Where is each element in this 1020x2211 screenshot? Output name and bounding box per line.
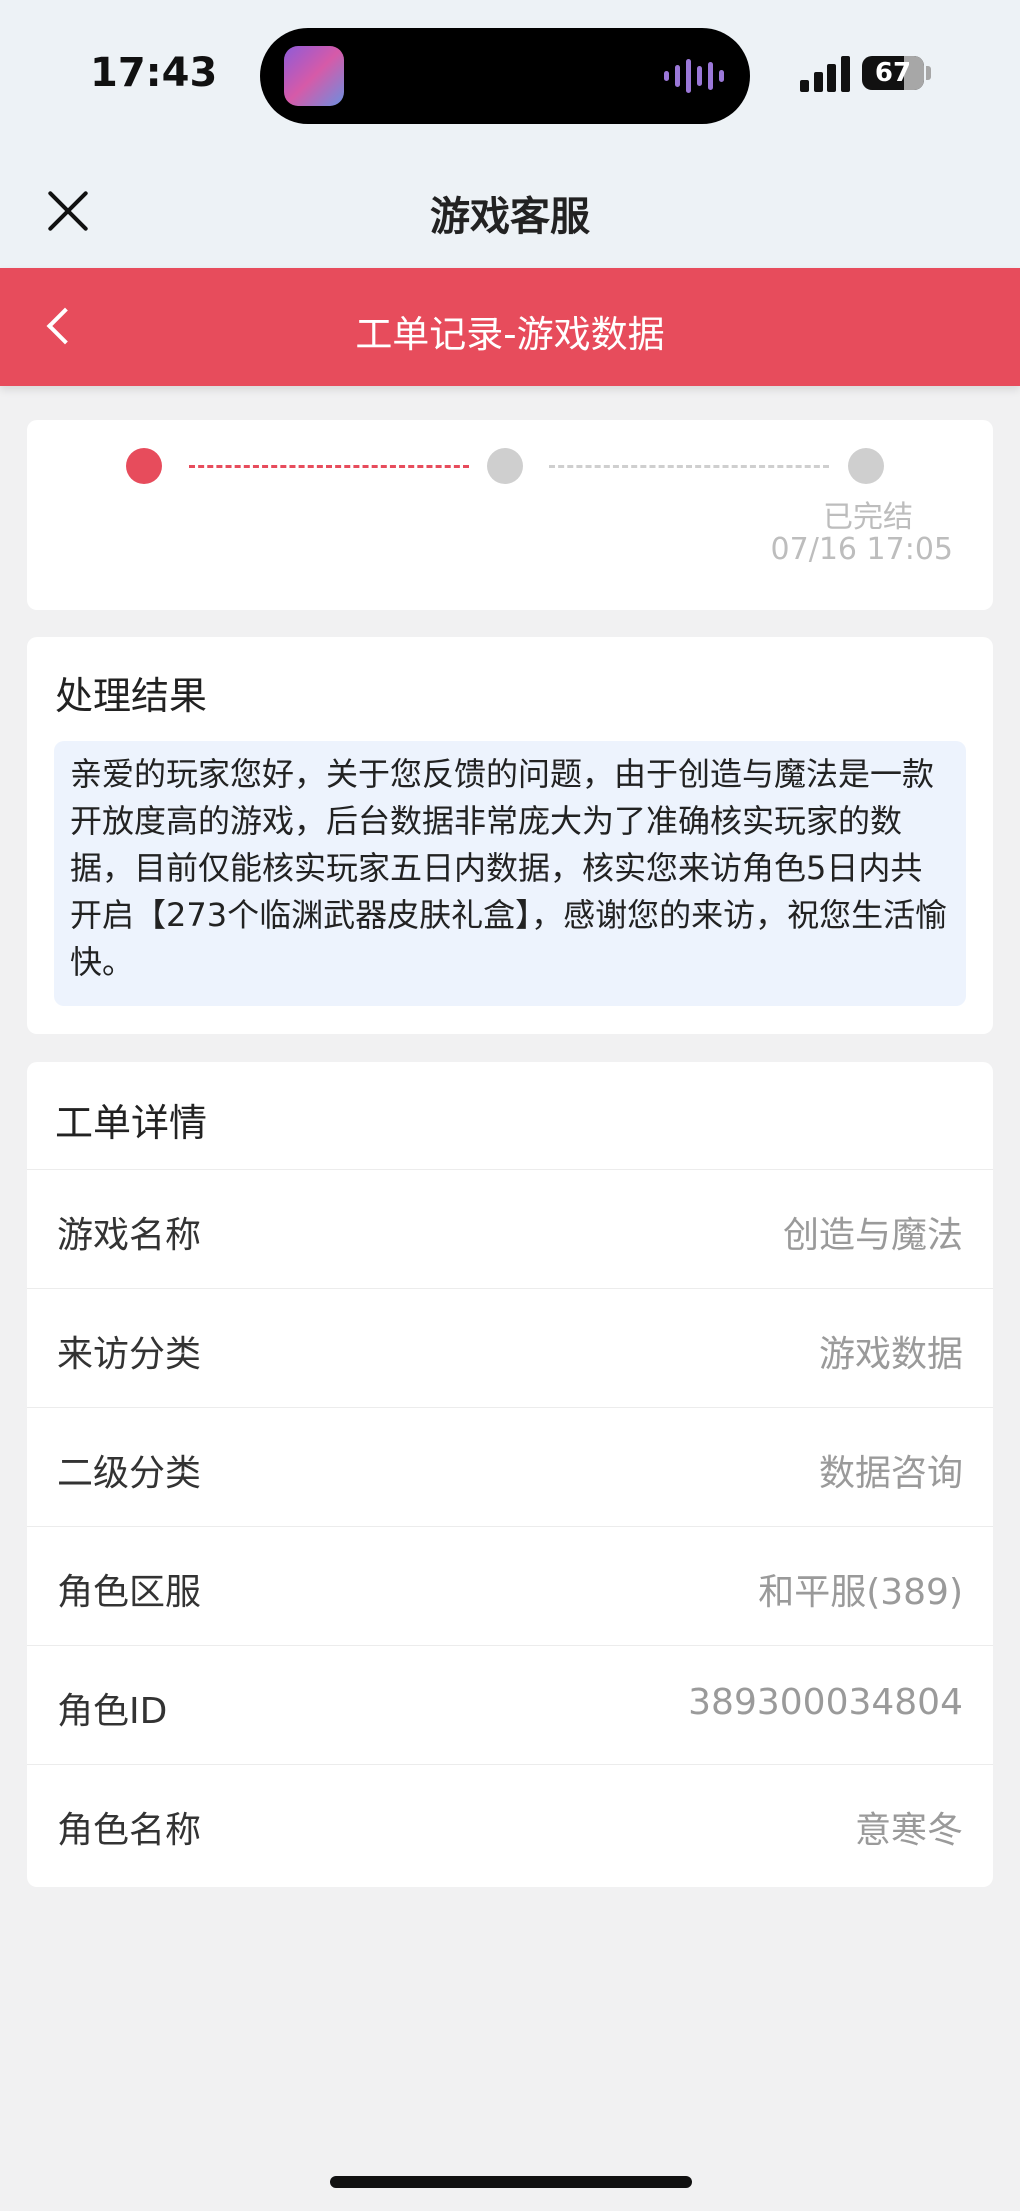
detail-label: 角色ID (57, 1691, 168, 1732)
details-title: 工单详情 (55, 1101, 208, 1145)
detail-value: 游戏数据 (818, 1334, 963, 1375)
detail-label: 二级分类 (57, 1453, 202, 1494)
detail-value: 意寒冬 (854, 1810, 963, 1851)
detail-label: 游戏名称 (57, 1215, 202, 1256)
ticket-header-title: 工单记录-游戏数据 (355, 313, 665, 356)
result-title: 处理结果 (55, 674, 208, 718)
ticket-header: 工单记录-游戏数据 (0, 268, 1020, 386)
dynamic-island (260, 28, 750, 124)
step-dot (487, 448, 523, 484)
battery-icon: 67 (862, 56, 924, 90)
step-label-completed: 已完结 (823, 500, 913, 535)
cellular-signal-icon (800, 56, 850, 92)
detail-label: 角色名称 (57, 1810, 202, 1851)
details-card: 工单详情 游戏名称 创造与魔法 来访分类 游戏数据 二级分类 数据咨询 角色区服… (27, 1062, 993, 1887)
result-card: 处理结果 亲爱的玩家您好，关于您反馈的问题，由于创造与魔法是一款开放度高的游戏，… (27, 637, 993, 1034)
detail-row-game-name: 游戏名称 创造与魔法 (27, 1169, 993, 1288)
step-connector-active (189, 465, 469, 468)
step-time-completed: 07/16 17:05 (770, 532, 953, 567)
app-icon (284, 46, 344, 106)
detail-row-role-id: 角色ID 389300034804 (27, 1645, 993, 1764)
detail-value: 数据咨询 (818, 1453, 963, 1494)
detail-value: 创造与魔法 (782, 1215, 963, 1256)
status-bar: 17:43 67 (0, 0, 1020, 150)
detail-value: 和平服(389) (758, 1572, 963, 1613)
progress-card: 已完结 07/16 17:05 (27, 420, 993, 610)
detail-row-role-name: 角色名称 意寒冬 (27, 1764, 993, 1883)
step-dot-active (126, 448, 162, 484)
result-text: 亲爱的玩家您好，关于您反馈的问题，由于创造与魔法是一款开放度高的游戏，后台数据非… (54, 741, 966, 1006)
page-title: 游戏客服 (430, 194, 590, 240)
detail-row-visit-category: 来访分类 游戏数据 (27, 1288, 993, 1407)
detail-label: 角色区服 (57, 1572, 202, 1613)
battery-level: 67 (874, 58, 912, 88)
home-indicator[interactable] (330, 2176, 692, 2188)
detail-row-subcategory: 二级分类 数据咨询 (27, 1407, 993, 1526)
title-bar: 游戏客服 (0, 150, 1020, 268)
step-connector (549, 465, 829, 468)
detail-value: 389300034804 (688, 1682, 963, 1723)
audio-wave-icon (664, 58, 724, 94)
detail-label: 来访分类 (57, 1334, 202, 1375)
step-dot (848, 448, 884, 484)
status-time: 17:43 (90, 50, 218, 96)
detail-row-server: 角色区服 和平服(389) (27, 1526, 993, 1645)
